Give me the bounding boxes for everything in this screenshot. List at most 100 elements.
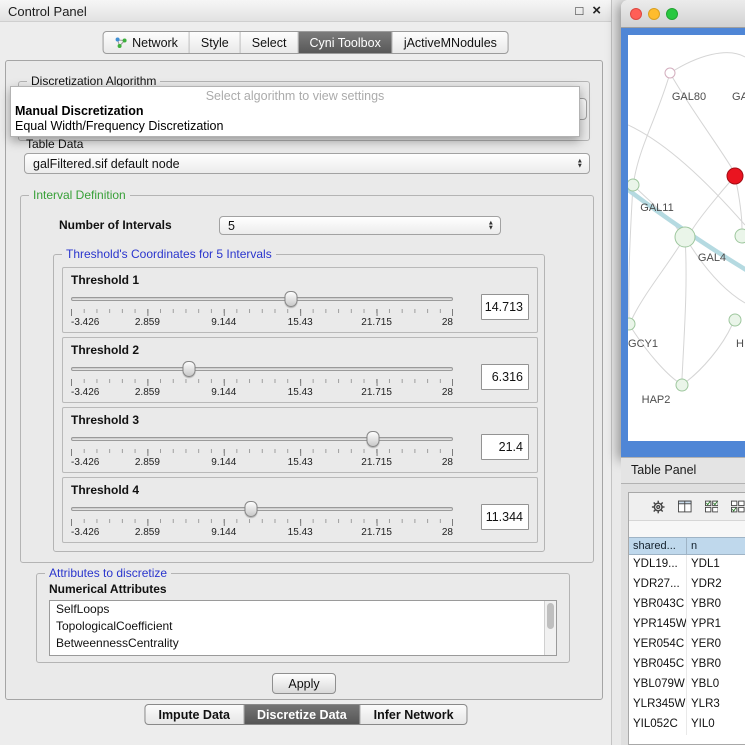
table-cell[interactable]: YDL1 xyxy=(687,555,745,575)
threshold-4-value-field[interactable] xyxy=(481,504,529,530)
slider-scale-label: -3.426 xyxy=(71,457,99,468)
table-cell[interactable]: YBR0 xyxy=(687,655,745,675)
table-row[interactable]: YBR045CYBR0 xyxy=(629,655,745,675)
table-cell[interactable]: YBL079W xyxy=(629,675,687,695)
threshold-3-slider[interactable]: -3.4262.8599.14415.4321.71528 xyxy=(71,430,453,470)
slider-scale-label: 2.859 xyxy=(135,527,160,538)
network-edge[interactable] xyxy=(692,176,735,230)
tab-discretize-data[interactable]: Discretize Data xyxy=(243,705,360,724)
table-cell[interactable]: YDL19... xyxy=(629,555,687,575)
table-cell[interactable]: YLR3 xyxy=(687,695,745,715)
threshold-4-slider[interactable]: -3.4262.8599.14415.4321.71528 xyxy=(71,500,453,540)
table-cell[interactable]: YBR043C xyxy=(629,595,687,615)
dropdown-option-manual-discretization[interactable]: Manual Discretization xyxy=(11,104,579,119)
network-node[interactable] xyxy=(676,379,688,391)
table-cell[interactable]: YLR345W xyxy=(629,695,687,715)
close-traffic-light-icon[interactable] xyxy=(630,8,642,20)
network-edge[interactable] xyxy=(634,73,670,180)
slider-scale-label: 9.144 xyxy=(211,457,236,468)
table-cell[interactable]: YIL0 xyxy=(687,715,745,735)
column-header-name[interactable]: n xyxy=(687,538,745,554)
table-row[interactable]: YBL079WYBL0 xyxy=(629,675,745,695)
slider-track[interactable] xyxy=(71,297,453,301)
dropdown-option-equal-width-frequency[interactable]: Equal Width/Frequency Discretization xyxy=(11,119,579,134)
slider-thumb[interactable] xyxy=(366,431,379,447)
stepper-icon: ▲▼ xyxy=(577,158,583,169)
slider-thumb[interactable] xyxy=(285,291,298,307)
network-node[interactable] xyxy=(729,314,741,326)
close-window-icon[interactable]: × xyxy=(592,1,601,21)
table-data-label: Table Data xyxy=(26,137,83,151)
network-node[interactable] xyxy=(628,318,635,330)
tab-cyni-toolbox[interactable]: Cyni Toolbox xyxy=(297,32,391,53)
num-intervals-combobox[interactable]: 5 ▲▼ xyxy=(219,216,501,235)
network-node[interactable] xyxy=(628,179,639,191)
network-node[interactable] xyxy=(727,168,743,184)
node-label: HAP2 xyxy=(642,394,671,406)
tab-style[interactable]: Style xyxy=(189,32,240,53)
zoom-traffic-light-icon[interactable] xyxy=(666,8,678,20)
table-cell[interactable]: YBL0 xyxy=(687,675,745,695)
table-cell[interactable]: YER054C xyxy=(629,635,687,655)
apply-button[interactable]: Apply xyxy=(272,673,336,694)
table-row[interactable]: YER054CYER0 xyxy=(629,635,745,655)
table-row[interactable]: YDR27...YDR2 xyxy=(629,575,745,595)
network-edge[interactable] xyxy=(632,237,685,319)
tab-impute-data[interactable]: Impute Data xyxy=(145,705,243,724)
table-header-row: shared... n xyxy=(629,537,745,555)
network-edge[interactable] xyxy=(629,185,633,318)
slider-track[interactable] xyxy=(71,437,453,441)
table-row[interactable]: YDL19...YDL1 xyxy=(629,555,745,575)
slider-thumb[interactable] xyxy=(183,361,196,377)
tab-select[interactable]: Select xyxy=(240,32,298,53)
table-cell[interactable]: YDR27... xyxy=(629,575,687,595)
table-row[interactable]: YBR043CYBR0 xyxy=(629,595,745,615)
network-node[interactable] xyxy=(675,227,695,247)
table-cell[interactable]: YBR045C xyxy=(629,655,687,675)
table-cell[interactable]: YPR145W xyxy=(629,615,687,635)
tab-jactivemodules[interactable]: jActiveMNodules xyxy=(392,32,508,53)
network-edge[interactable] xyxy=(670,53,745,73)
column-header-shared-name[interactable]: shared... xyxy=(629,538,687,554)
columns-icon[interactable] xyxy=(678,500,692,513)
table-cell[interactable]: YIL052C xyxy=(629,715,687,735)
tab-infer-network[interactable]: Infer Network xyxy=(360,705,467,724)
list-item[interactable]: TopologicalCoefficient xyxy=(50,618,556,635)
threshold-3-value-field[interactable] xyxy=(481,434,529,460)
network-node[interactable] xyxy=(735,229,745,243)
threshold-1-value-field[interactable] xyxy=(481,294,529,320)
table-cell[interactable]: YDR2 xyxy=(687,575,745,595)
network-canvas[interactable]: GAL80GAGAL11GAL4GCY1HHAP2 xyxy=(628,35,745,441)
minimize-traffic-light-icon[interactable] xyxy=(648,8,660,20)
table-row[interactable]: YIL052CYIL0 xyxy=(629,715,745,735)
slider-track[interactable] xyxy=(71,367,453,371)
float-window-icon[interactable]: □ xyxy=(575,1,583,21)
select-columns-icon[interactable] xyxy=(705,500,719,513)
network-edge[interactable] xyxy=(670,73,733,170)
slider-track[interactable] xyxy=(71,507,453,511)
select-rows-icon[interactable] xyxy=(731,500,745,513)
table-cell[interactable]: YPR1 xyxy=(687,615,745,635)
threshold-1-slider[interactable]: -3.4262.8599.14415.4321.71528 xyxy=(71,290,453,330)
table-data-combobox[interactable]: galFiltered.sif default node ▲▼ xyxy=(24,153,590,174)
network-edge[interactable] xyxy=(682,237,686,379)
table-row[interactable]: YLR345WYLR3 xyxy=(629,695,745,715)
scrollbar-thumb[interactable] xyxy=(547,603,554,629)
network-node[interactable] xyxy=(665,68,675,78)
list-scrollbar[interactable] xyxy=(544,601,556,655)
network-window-frame: GAL80GAGAL11GAL4GCY1HHAP2 xyxy=(621,28,745,457)
table-cell[interactable]: YBR0 xyxy=(687,595,745,615)
table-row[interactable]: YPR145WYPR1 xyxy=(629,615,745,635)
network-edge[interactable] xyxy=(629,324,678,382)
gear-icon[interactable] xyxy=(651,499,665,515)
threshold-2-value-field[interactable] xyxy=(481,364,529,390)
network-edge[interactable] xyxy=(685,237,745,303)
tab-network[interactable]: Network xyxy=(103,32,189,53)
list-item[interactable]: SelfLoops xyxy=(50,601,556,618)
network-edge[interactable] xyxy=(682,325,732,385)
table-cell[interactable]: YER0 xyxy=(687,635,745,655)
slider-thumb[interactable] xyxy=(244,501,257,517)
threshold-2-slider[interactable]: -3.4262.8599.14415.4321.71528 xyxy=(71,360,453,400)
list-item[interactable]: BetweennessCentrality xyxy=(50,635,556,652)
threshold-label: Threshold 3 xyxy=(71,413,529,427)
